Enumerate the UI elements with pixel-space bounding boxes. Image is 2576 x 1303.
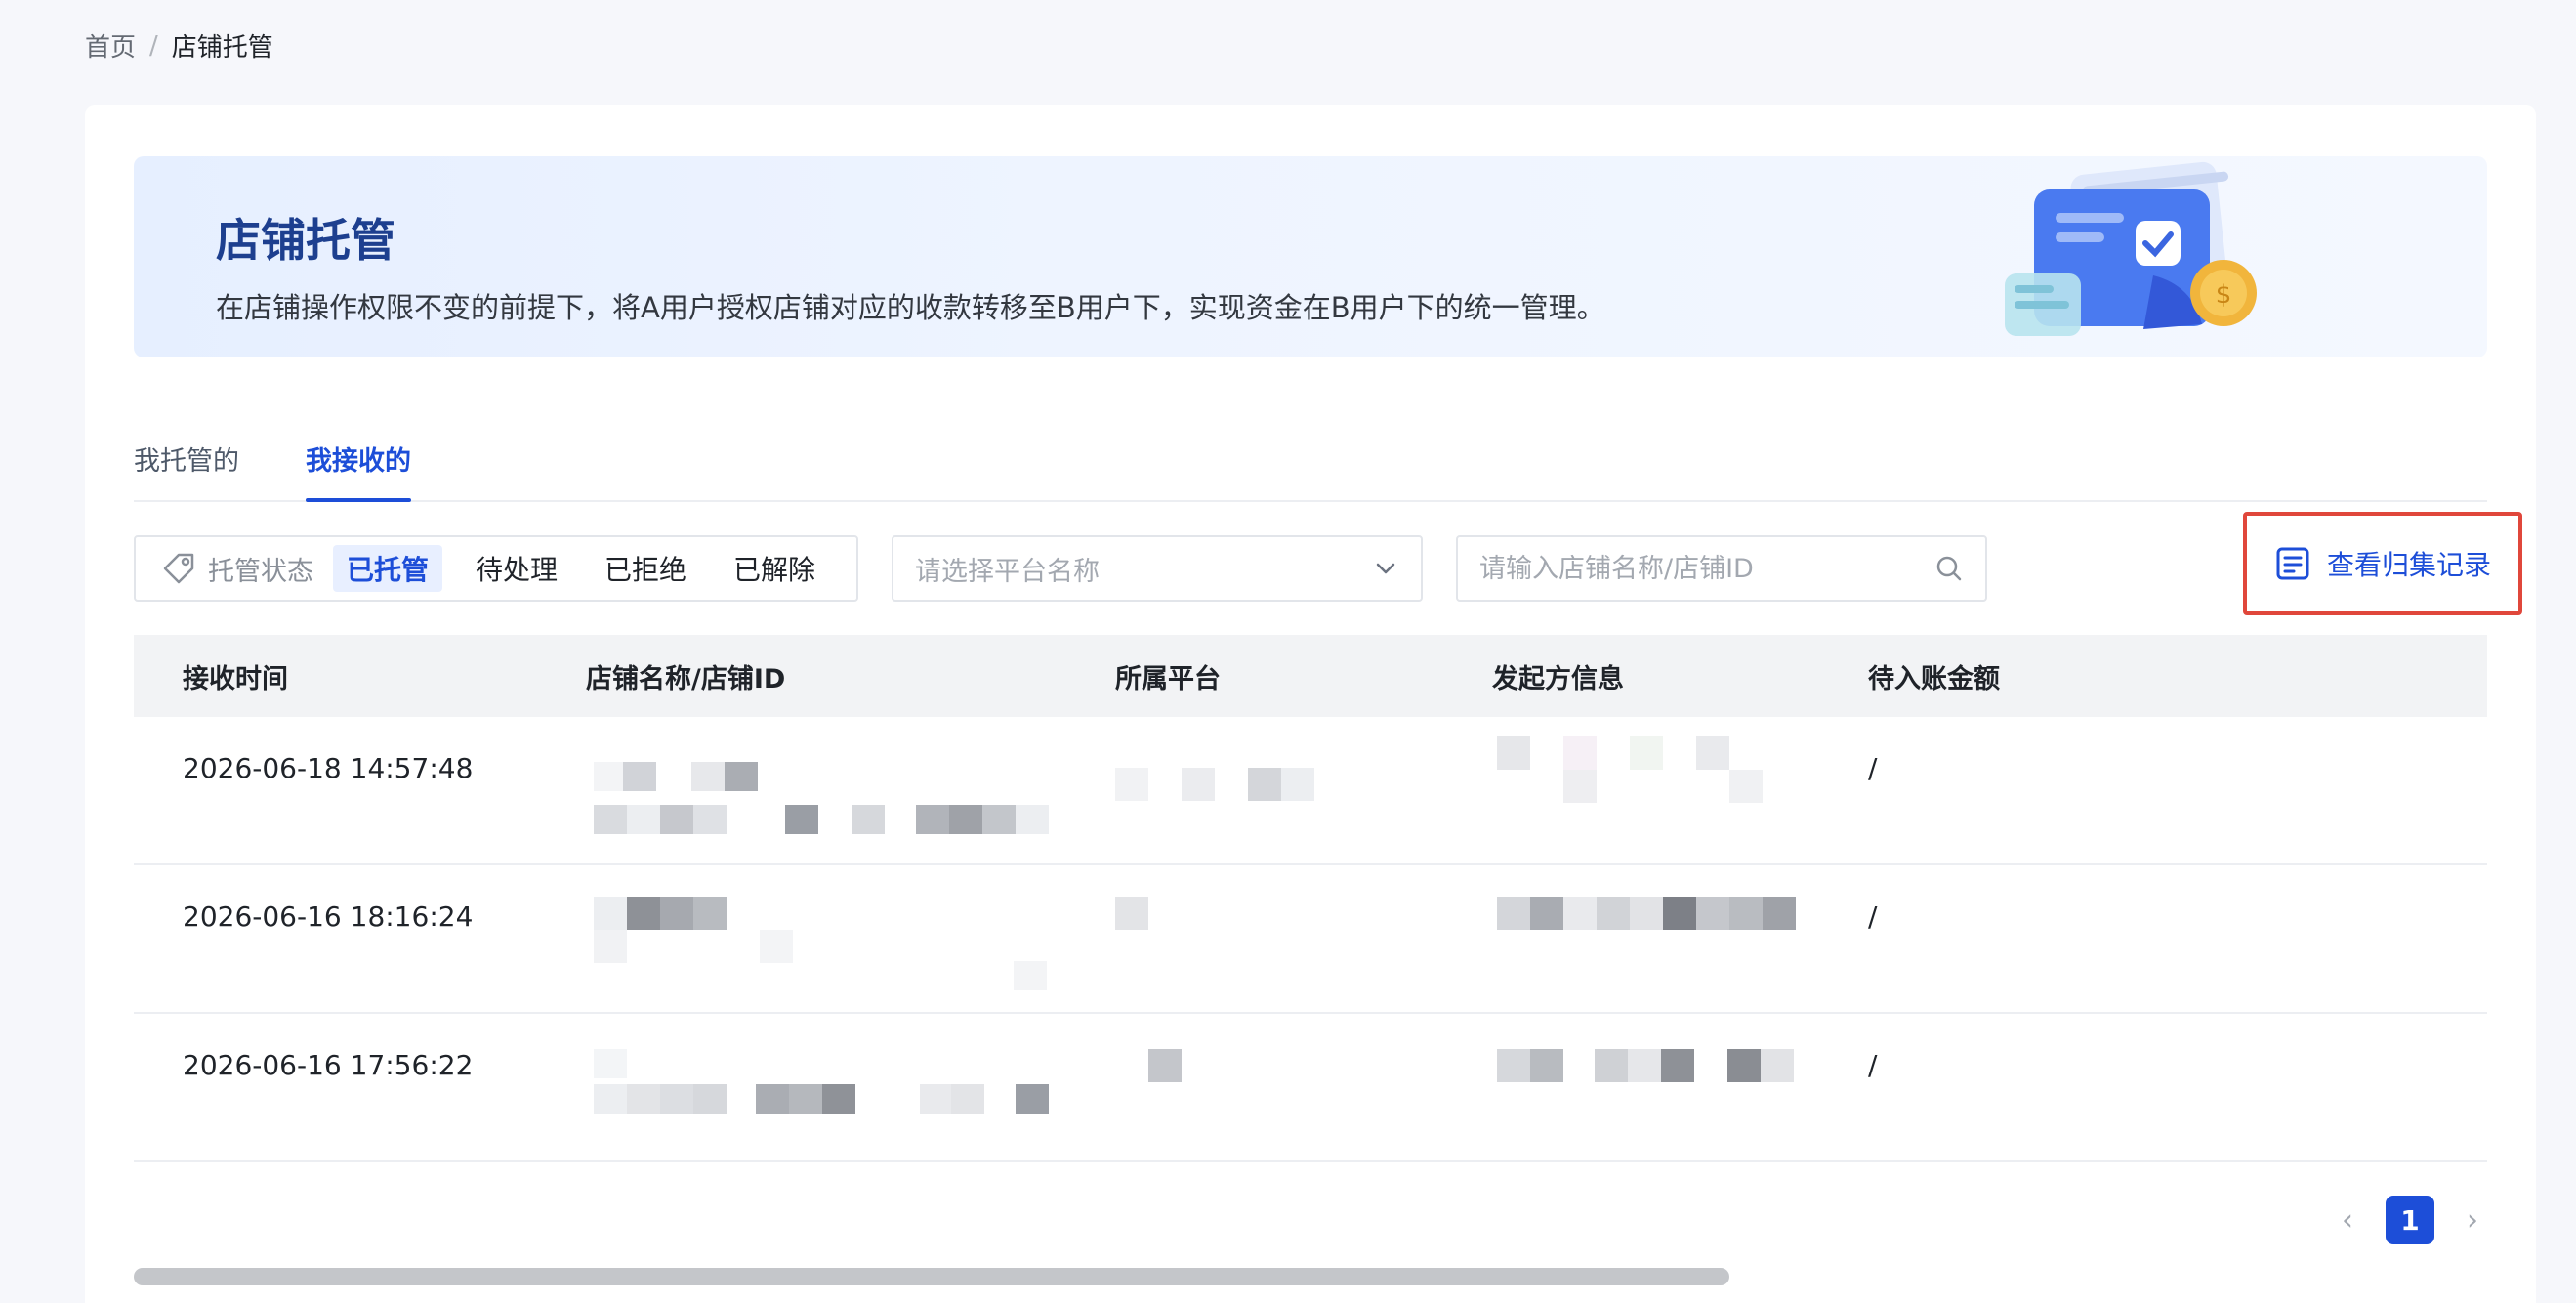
- initiator-cell: [1492, 717, 1868, 863]
- wallet-illustration-icon: $: [2005, 161, 2257, 336]
- receive-time-cell: 2026-06-16 18:16:24: [183, 901, 474, 933]
- main-card: 店铺托管 在店铺操作权限不变的前提下，将A用户授权店铺对应的收款转移至B用户下，…: [85, 105, 2536, 1303]
- shop-name-cell: [586, 865, 1115, 1012]
- search-icon[interactable]: [1934, 554, 1964, 583]
- receive-time-cell: 2026-06-16 17:56:22: [183, 1049, 474, 1081]
- breadcrumb-separator: /: [149, 30, 158, 61]
- platform-cell: [1115, 865, 1492, 1012]
- view-collection-records-label: 查看归集记录: [2326, 549, 2491, 581]
- receive-time-cell: 2026-06-18 14:57:48: [183, 752, 474, 784]
- tab-my-received[interactable]: 我接收的: [306, 438, 411, 502]
- page-number-current[interactable]: 1: [2386, 1196, 2434, 1244]
- pending-amount-cell: /: [1868, 901, 1878, 933]
- platform-select[interactable]: 请选择平台名称: [892, 535, 1423, 602]
- shop-name-cell: [586, 717, 1115, 863]
- table-row[interactable]: 2026-06-18 14:57:48 /: [134, 717, 2487, 865]
- table-header: 接收时间 店铺名称/店铺ID 所属平台 发起方信息 待入账金额: [134, 635, 2487, 717]
- redacted-initiator: [1497, 1049, 1794, 1082]
- breadcrumb-home[interactable]: 首页: [85, 27, 136, 63]
- view-collection-records-button[interactable]: 查看归集记录: [2243, 512, 2522, 615]
- intro-banner: 店铺托管 在店铺操作权限不变的前提下，将A用户授权店铺对应的收款转移至B用户下，…: [134, 156, 2487, 357]
- status-filter-label: 托管状态: [208, 556, 313, 587]
- shop-name-cell: [586, 1014, 1115, 1160]
- redacted-platform: [1148, 1049, 1182, 1082]
- table-row[interactable]: 2026-06-16 17:56:22 /: [134, 1014, 2487, 1162]
- redacted-shop-name: [594, 762, 1049, 834]
- shop-search-input[interactable]: [1479, 553, 1934, 584]
- column-header-platform: 所属平台: [1115, 663, 1221, 694]
- status-option-rejected[interactable]: 已拒绝: [591, 545, 700, 592]
- platform-cell: [1115, 717, 1492, 863]
- platform-select-placeholder: 请选择平台名称: [915, 556, 1100, 587]
- column-header-receive-time: 接收时间: [183, 663, 288, 694]
- breadcrumb-current: 店铺托管: [171, 33, 273, 63]
- tag-icon: [163, 553, 194, 584]
- shop-search: [1456, 535, 1987, 602]
- breadcrumb: 首页 / 店铺托管: [85, 27, 273, 63]
- chevron-down-icon: [1376, 563, 1395, 574]
- initiator-cell: [1492, 1014, 1868, 1160]
- prev-page-icon[interactable]: ‹: [2321, 1203, 2374, 1238]
- column-header-shop: 店铺名称/店铺ID: [586, 663, 786, 694]
- column-header-pending-amount: 待入账金额: [1868, 663, 2000, 694]
- status-option-pending[interactable]: 待处理: [462, 545, 571, 592]
- table-row[interactable]: 2026-06-16 18:16:24 /: [134, 865, 2487, 1014]
- status-option-hosted[interactable]: 已托管: [333, 545, 443, 592]
- page-title: 店铺托管: [216, 214, 395, 267]
- redacted-platform: [1115, 768, 1314, 801]
- column-header-initiator: 发起方信息: [1492, 663, 1624, 694]
- scrollbar-thumb[interactable]: [134, 1268, 1729, 1285]
- redacted-shop-name: [594, 1049, 1049, 1114]
- pending-amount-cell: /: [1868, 752, 1878, 784]
- initiator-cell: [1492, 865, 1868, 1012]
- next-page-icon[interactable]: ›: [2446, 1203, 2499, 1238]
- platform-cell: [1115, 1014, 1492, 1160]
- status-option-released[interactable]: 已解除: [720, 545, 829, 592]
- received-shops-table: 接收时间 店铺名称/店铺ID 所属平台 发起方信息 待入账金额 2026-06-…: [134, 635, 2487, 1233]
- pagination: ‹ 1 ›: [2321, 1194, 2499, 1246]
- page-description: 在店铺操作权限不变的前提下，将A用户授权店铺对应的收款转移至B用户下，实现资金在…: [216, 291, 1605, 324]
- redacted-shop-name: [594, 897, 1047, 990]
- table-horizontal-scrollbar[interactable]: [134, 1268, 2487, 1285]
- pending-amount-cell: /: [1868, 1049, 1878, 1081]
- document-list-icon: [2276, 547, 2309, 580]
- tab-bar: 我托管的 我接收的: [134, 438, 2487, 502]
- tab-my-hosted[interactable]: 我托管的: [134, 438, 239, 500]
- svg-text:$: $: [2216, 280, 2232, 310]
- status-filter: 托管状态 已托管 待处理 已拒绝 已解除: [134, 535, 858, 602]
- redacted-platform: [1115, 897, 1148, 930]
- redacted-initiator: [1497, 736, 1763, 803]
- redacted-initiator: [1497, 897, 1796, 930]
